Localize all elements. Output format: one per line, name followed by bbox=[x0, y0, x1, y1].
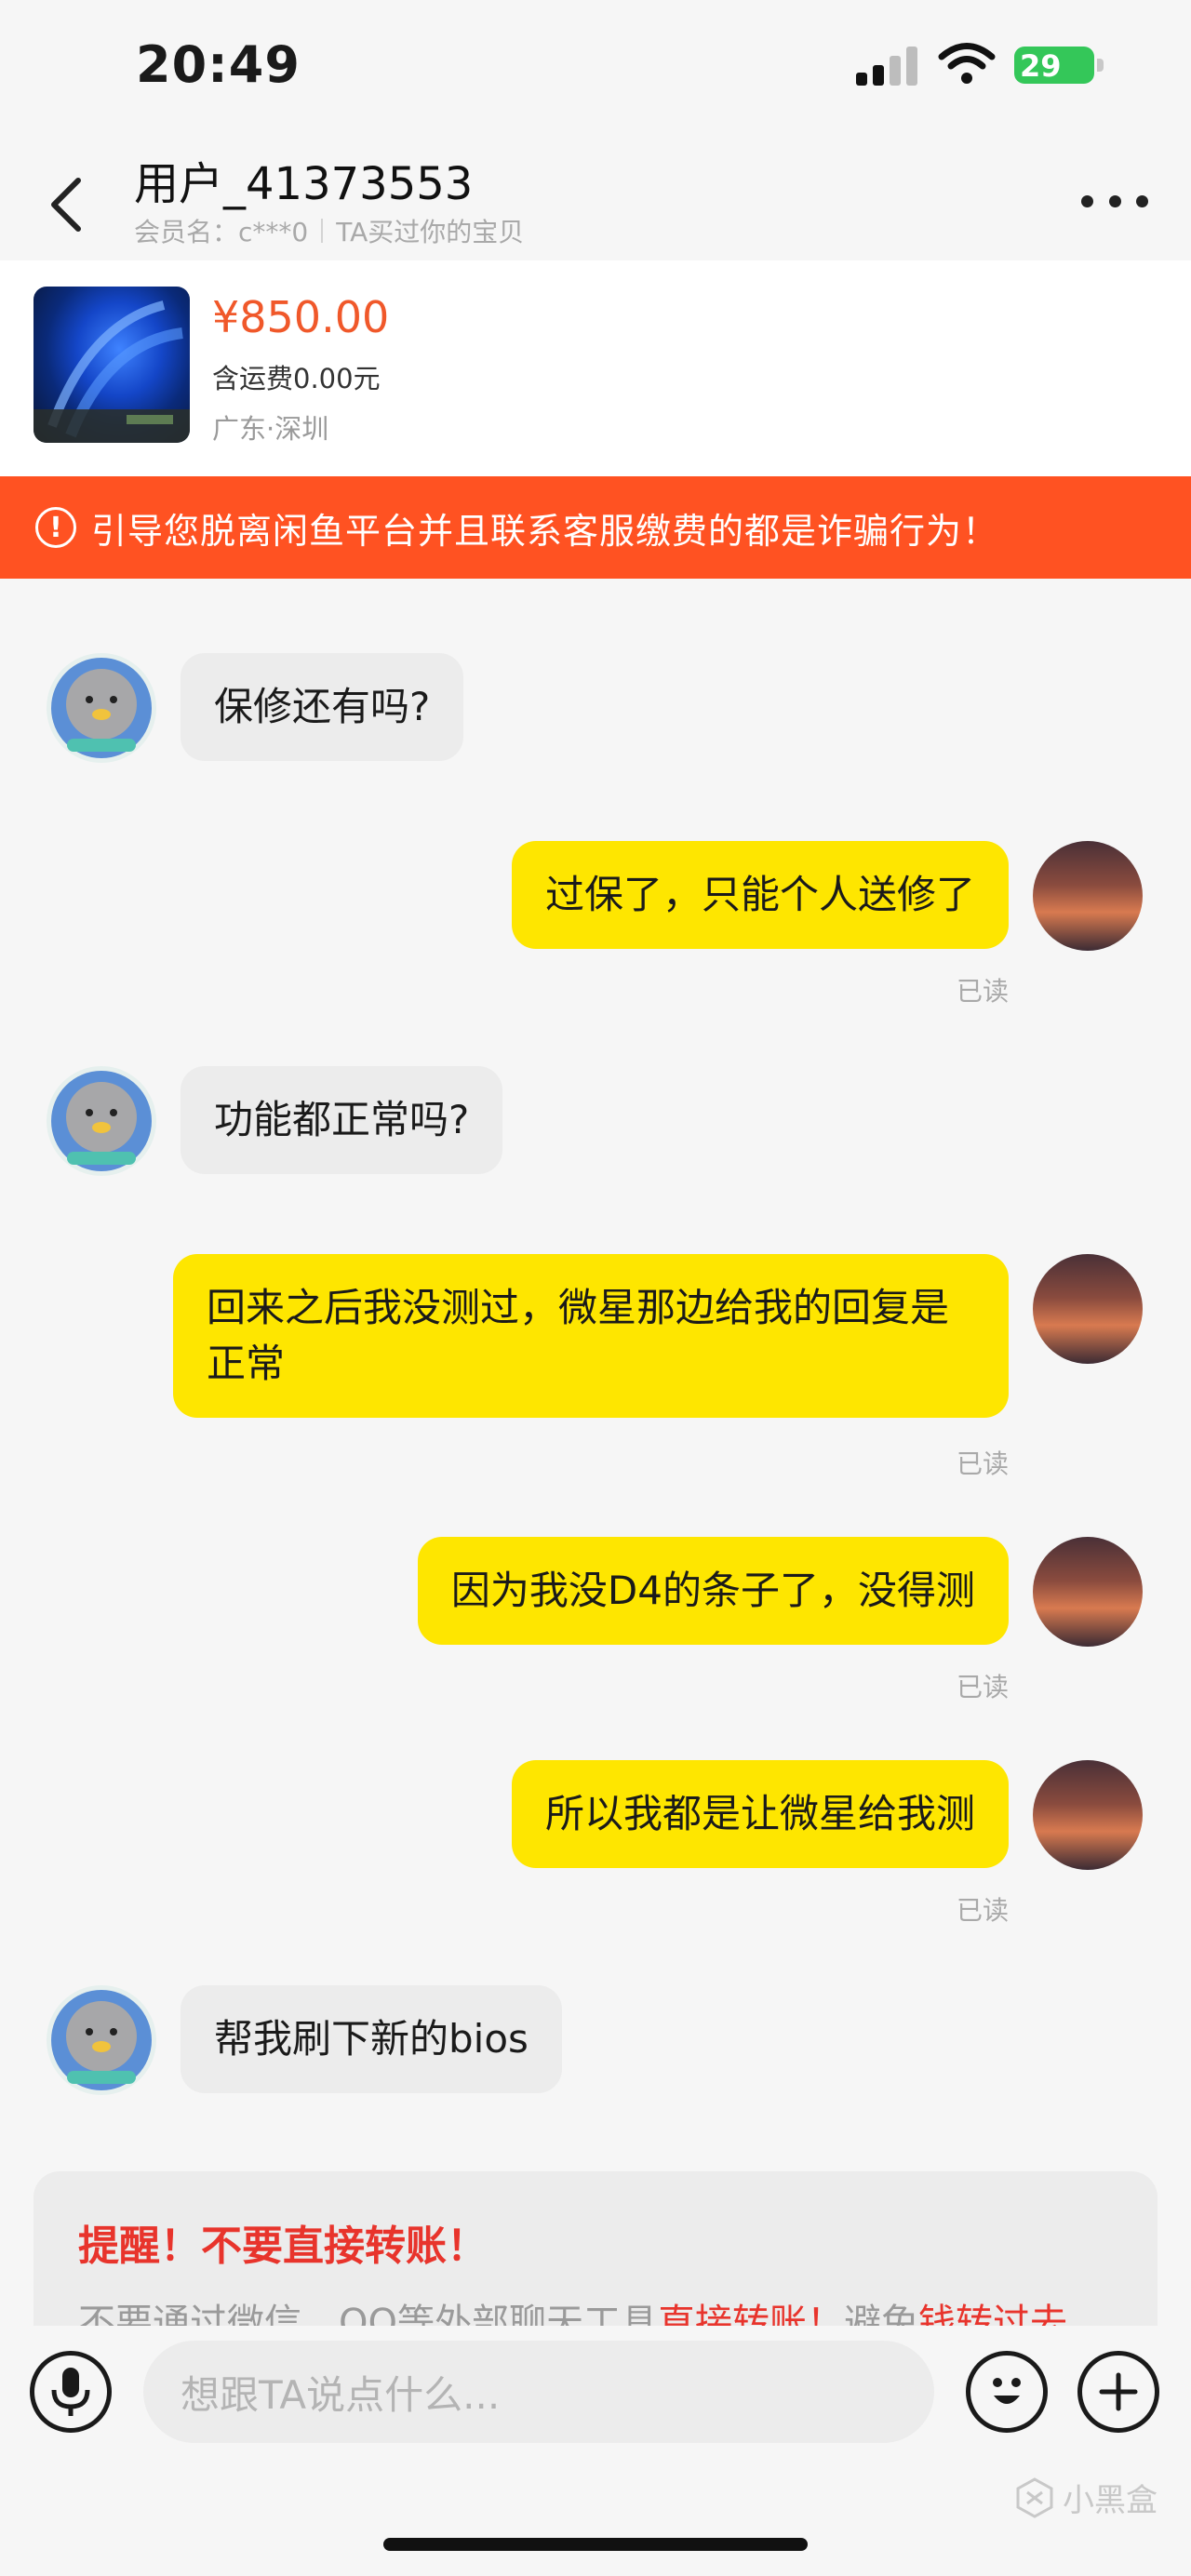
reminder-title: 提醒！不要直接转账！ bbox=[78, 2222, 488, 2270]
wifi-icon bbox=[938, 43, 996, 84]
battery-icon: 29 bbox=[1014, 47, 1104, 84]
plus-icon bbox=[1099, 2372, 1138, 2411]
add-button[interactable] bbox=[1077, 2351, 1159, 2433]
cellular-signal-icon bbox=[856, 43, 919, 86]
my-avatar[interactable] bbox=[1033, 1254, 1143, 1364]
message-list: 保修还有吗? 过保了，只能个人送修了 已读 功能都正常吗? 回来之后我没测过，微… bbox=[0, 579, 1191, 2328]
message-bubble-outgoing[interactable]: 回来之后我没测过，微星那边给我的回复是正常 bbox=[173, 1254, 1009, 1418]
other-avatar[interactable] bbox=[47, 1985, 156, 2095]
contact-name[interactable]: 用户_41373553 bbox=[134, 147, 473, 212]
subtitle-divider bbox=[321, 219, 324, 243]
product-location: 广东·深圳 bbox=[212, 413, 329, 445]
read-status: 已读 bbox=[957, 1448, 1010, 1479]
status-bar: 20:49 29 bbox=[0, 0, 1191, 130]
my-avatar[interactable] bbox=[1033, 1760, 1143, 1870]
message-bubble-incoming[interactable]: 帮我刷下新的bios bbox=[181, 1985, 562, 2093]
message-bubble-outgoing[interactable]: 所以我都是让微星给我测 bbox=[511, 1760, 1009, 1868]
battery-level: 29 bbox=[1020, 48, 1062, 84]
member-name: 会员名：c***0 bbox=[134, 217, 309, 247]
product-price: ¥850.00 bbox=[212, 292, 390, 342]
other-avatar[interactable] bbox=[47, 653, 156, 763]
emoji-button[interactable] bbox=[966, 2351, 1048, 2433]
back-icon[interactable] bbox=[41, 167, 97, 242]
status-time: 20:49 bbox=[136, 35, 301, 94]
product-card[interactable]: ¥850.00 含运费0.00元 广东·深圳 bbox=[0, 260, 1191, 476]
watermark-logo-icon bbox=[1016, 2476, 1053, 2518]
read-status: 已读 bbox=[957, 1895, 1010, 1926]
product-shipping: 含运费0.00元 bbox=[212, 363, 381, 394]
more-options-button[interactable] bbox=[1081, 182, 1148, 220]
message-bubble-incoming[interactable]: 保修还有吗? bbox=[181, 653, 464, 761]
message-bubble-outgoing[interactable]: 过保了，只能个人送修了 bbox=[511, 841, 1009, 949]
read-status: 已读 bbox=[957, 976, 1010, 1007]
product-thumbnail[interactable] bbox=[33, 287, 190, 443]
voice-input-button[interactable] bbox=[30, 2351, 112, 2433]
emoji-icon bbox=[993, 2378, 1021, 2404]
home-indicator[interactable] bbox=[383, 2538, 808, 2551]
contact-subtitle: 会员名：c***0 TA买过你的宝贝 bbox=[134, 212, 524, 249]
watermark-text: 小黑盒 bbox=[1063, 2482, 1158, 2519]
watermark: 小黑盒 bbox=[1014, 2475, 1158, 2520]
alert-icon: ! bbox=[35, 507, 76, 548]
message-input[interactable]: 想跟TA说点什么... bbox=[143, 2341, 934, 2443]
chat-screen: 20:49 29 用户_41373553 会员名：c***0 TA买过你的宝贝 bbox=[0, 0, 1191, 2576]
other-avatar[interactable] bbox=[47, 1066, 156, 1176]
read-status: 已读 bbox=[957, 1672, 1010, 1702]
microphone-icon bbox=[51, 2368, 90, 2416]
fraud-warning-banner: ! 引导您脱离闲鱼平台并且联系客服缴费的都是诈骗行为！ bbox=[0, 476, 1191, 579]
message-bubble-outgoing[interactable]: 因为我没D4的条子了，没得测 bbox=[417, 1537, 1009, 1645]
warning-text: 引导您脱离闲鱼平台并且联系客服缴费的都是诈骗行为！ bbox=[91, 510, 999, 552]
my-avatar[interactable] bbox=[1033, 1537, 1143, 1647]
message-input-bar: 想跟TA说点什么... 小黑盒 bbox=[0, 2326, 1191, 2576]
message-bubble-incoming[interactable]: 功能都正常吗? bbox=[181, 1066, 503, 1174]
chat-header: 用户_41373553 会员名：c***0 TA买过你的宝贝 bbox=[0, 130, 1191, 260]
relation-label: TA买过你的宝贝 bbox=[336, 217, 525, 247]
my-avatar[interactable] bbox=[1033, 841, 1143, 951]
